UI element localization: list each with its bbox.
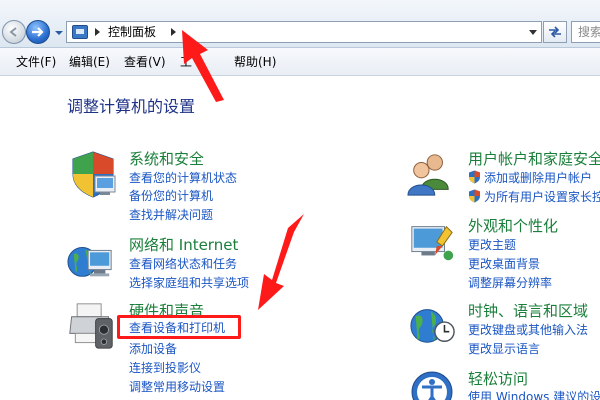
arrow-right-icon	[32, 27, 44, 37]
link-troubleshoot[interactable]: 查找并解决问题	[129, 208, 213, 222]
category-title-user-accounts[interactable]: 用户帐户和家庭安全	[468, 150, 600, 168]
link-keyboard-input[interactable]: 更改键盘或其他输入法	[468, 323, 588, 337]
address-history-dropdown-icon[interactable]	[529, 30, 537, 35]
address-field[interactable]: 控制面板	[66, 21, 542, 43]
uac-shield-icon	[469, 170, 480, 184]
link-parental-controls[interactable]: 为所有用户设置家长控	[484, 190, 600, 204]
page-title: 调整计算机的设置	[67, 97, 196, 116]
link-backup-computer[interactable]: 备份您的计算机	[129, 189, 213, 203]
system-security-icon	[72, 151, 116, 198]
refresh-button[interactable]	[543, 21, 567, 43]
link-add-device[interactable]: 添加设备	[129, 342, 177, 356]
category-title-clock-region[interactable]: 时钟、语言和区域	[468, 302, 588, 320]
control-panel-icon	[72, 25, 88, 39]
recent-pages-dropdown-icon[interactable]	[54, 28, 64, 38]
link-network-status[interactable]: 查看网络状态和任务	[129, 257, 237, 271]
category-title-appearance[interactable]: 外观和个性化	[468, 217, 558, 235]
address-toolbar: 控制面板 搜索	[0, 0, 600, 48]
link-connect-projector[interactable]: 连接到投影仪	[129, 361, 201, 375]
users-icon	[407, 154, 449, 196]
globe-clock-icon	[410, 309, 455, 343]
menu-file[interactable]: 文件(F)	[16, 55, 56, 69]
red-arrow-icon	[258, 214, 304, 310]
arrow-left-icon	[9, 27, 17, 37]
printer-icon	[69, 303, 113, 349]
link-add-remove-users[interactable]: 添加或删除用户帐户	[484, 171, 592, 185]
ease-of-access-icon	[411, 371, 453, 400]
highlight-box	[117, 315, 241, 339]
breadcrumb-separator-icon[interactable]	[171, 28, 176, 36]
refresh-icon	[549, 26, 561, 38]
link-view-computer-status[interactable]: 查看您的计算机状态	[129, 171, 237, 185]
breadcrumb-control-panel[interactable]: 控制面板	[108, 25, 156, 39]
forward-button[interactable]	[26, 20, 50, 44]
link-mobility-settings[interactable]: 调整常用移动设置	[129, 380, 225, 394]
link-change-theme[interactable]: 更改主题	[468, 238, 516, 252]
search-input[interactable]: 搜索	[571, 21, 600, 43]
uac-shield-icon	[469, 189, 480, 203]
category-title-system-security[interactable]: 系统和安全	[129, 150, 204, 168]
appearance-icon	[411, 225, 454, 261]
category-title-ease-of-access[interactable]: 轻松访问	[468, 370, 528, 388]
link-desktop-background[interactable]: 更改桌面背景	[468, 257, 540, 271]
menu-bar: 文件(F) 编辑(E) 查看(V) 工 帮助(H)	[0, 48, 600, 76]
menu-view[interactable]: 查看(V)	[124, 55, 166, 69]
menu-help[interactable]: 帮助(H)	[234, 55, 276, 69]
breadcrumb-separator-icon[interactable]	[95, 28, 100, 36]
link-display-language[interactable]: 更改显示语言	[468, 342, 540, 356]
network-icon	[67, 247, 112, 277]
menu-edit[interactable]: 编辑(E)	[69, 55, 110, 69]
red-arrow-icon	[182, 30, 224, 102]
link-screen-resolution[interactable]: 调整屏幕分辨率	[468, 276, 552, 290]
link-windows-suggestions[interactable]: 使用 Windows 建议的设	[468, 390, 600, 400]
category-title-network[interactable]: 网络和 Internet	[129, 236, 238, 254]
link-homegroup-sharing[interactable]: 选择家庭组和共享选项	[129, 276, 249, 290]
back-button[interactable]	[2, 20, 26, 44]
